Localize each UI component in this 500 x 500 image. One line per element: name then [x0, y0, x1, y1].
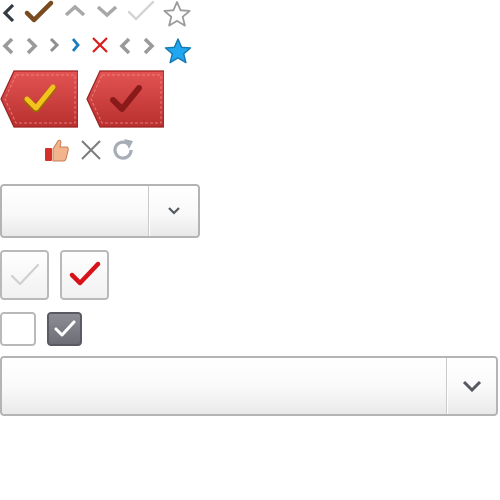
- chevron-down-icon: [167, 207, 180, 215]
- dropdown-select-large[interactable]: [0, 356, 498, 416]
- checkmark-white-icon: [54, 320, 75, 337]
- tag-check-dark-icon[interactable]: [86, 70, 164, 128]
- close-gray-icon[interactable]: [79, 138, 103, 162]
- checkbox-large-checked[interactable]: [60, 250, 109, 300]
- thumbs-up-icon[interactable]: [44, 138, 70, 162]
- chevron-right-blue-icon[interactable]: [68, 36, 82, 54]
- star-blue-icon[interactable]: [163, 37, 193, 65]
- chevron-left-right-icon[interactable]: [118, 36, 158, 56]
- dropdown-arrow-button[interactable]: [447, 358, 496, 414]
- chevron-down-icon: [462, 380, 481, 393]
- chevron-right-gray-icon[interactable]: [22, 36, 40, 56]
- chevron-left-gray-icon[interactable]: [0, 36, 18, 56]
- checkmark-light-icon: [127, 0, 155, 21]
- chevron-right-small-icon[interactable]: [46, 36, 62, 54]
- chevron-up-icon[interactable]: [62, 2, 88, 20]
- checkmark-brown-icon: [24, 0, 54, 23]
- tag-check-yellow-icon[interactable]: [0, 70, 78, 128]
- chevron-down-icon[interactable]: [94, 2, 120, 20]
- checkmark-placeholder-icon: [10, 263, 39, 286]
- checkmark-red-icon: [69, 261, 100, 286]
- refresh-icon[interactable]: [110, 137, 136, 163]
- dropdown-select-small[interactable]: [0, 184, 200, 238]
- checkbox-small-unchecked[interactable]: [0, 312, 36, 346]
- star-outline-icon[interactable]: [162, 0, 192, 28]
- checkbox-small-checked[interactable]: [47, 312, 82, 346]
- dropdown-arrow-button[interactable]: [149, 186, 198, 236]
- close-red-icon[interactable]: [90, 35, 110, 55]
- chevron-left-icon[interactable]: [0, 2, 20, 24]
- checkbox-large-unchecked[interactable]: [0, 250, 49, 300]
